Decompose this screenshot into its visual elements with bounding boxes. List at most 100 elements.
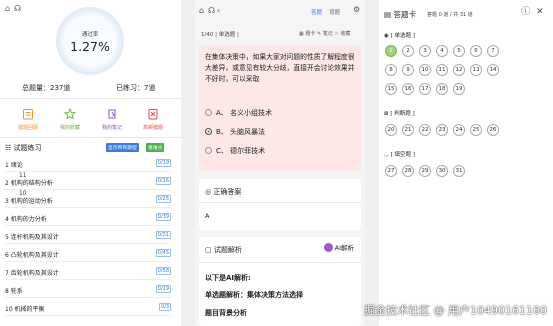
wrong-review-button[interactable]: 错题回顾 xyxy=(13,108,43,131)
question-number-circle[interactable]: 11 xyxy=(436,64,448,76)
question-number-circle[interactable]: 4 xyxy=(436,45,448,57)
card-toolbar-button[interactable]: ▦ 题卡 xyxy=(299,31,315,37)
question-number-circle[interactable]: 5 xyxy=(453,45,465,57)
section-fill-blank: ◡ [ 填空题 ] xyxy=(384,152,415,158)
section-true-false: ⊠ [ 判断题 ] xyxy=(384,111,415,117)
chapter-row[interactable]: 1 绪论 0/19 xyxy=(5,155,171,172)
home-icon[interactable]: ⌂ xyxy=(199,7,204,15)
tab-recite[interactable]: 背题 xyxy=(329,8,340,16)
question-panel: ⌂ ☊ ‹ 答题 背题 ⚙ 1/40 | 单选题 | ▦ 题卡 ✎ 笔记 ☆ 收… xyxy=(195,0,365,326)
chapter-count: 0/3 xyxy=(158,303,171,311)
radio-selected-icon xyxy=(205,128,212,135)
question-number-circle[interactable]: 10 xyxy=(419,64,431,76)
notes-button[interactable]: 我的笔记 xyxy=(97,108,127,131)
list-icon: ☷ xyxy=(5,144,14,152)
wrong-review-label: 错题回顾 xyxy=(17,125,38,131)
chapter-row[interactable]: 11 2 机构的结构分析 0/16 xyxy=(5,173,171,190)
divider xyxy=(0,98,181,99)
question-number-circle[interactable]: 30 xyxy=(436,165,448,177)
tag-key-points[interactable]: 重难点 xyxy=(146,143,165,152)
question-number-circle[interactable]: 27 xyxy=(385,165,397,177)
question-number-circle[interactable]: 19 xyxy=(453,83,465,95)
watermark: 掘金技术社区 @ 用户10490161160 xyxy=(364,304,547,317)
ai-icon xyxy=(323,243,333,252)
toolbar: ▦ 题卡 ✎ 笔记 ☆ 收藏 xyxy=(299,30,350,37)
question-number-circle[interactable]: 1 xyxy=(385,45,397,57)
frequent-errors-button[interactable]: 高频错题 xyxy=(138,108,168,131)
question-card: 在集体决策中，如果大家对问题的性质了解程度很大差异，或意见有较大分歧，直接开会讨… xyxy=(199,45,361,171)
question-number-circle[interactable]: 3 xyxy=(419,45,431,57)
chapter-count: 0/31 xyxy=(155,231,171,239)
headset-icon[interactable]: ☊ xyxy=(208,7,215,15)
settings-icon[interactable]: ⚙ xyxy=(353,6,360,14)
practice-section-title: ☷ 试题练习 xyxy=(5,144,42,152)
question-number-circle[interactable]: 7 xyxy=(487,45,499,57)
section-single-choice: ◉ [ 单选题 ] xyxy=(384,33,415,39)
question-number-circle[interactable]: 13 xyxy=(470,64,482,76)
question-number-circle[interactable]: 17 xyxy=(419,83,431,95)
tag-all-types[interactable]: 显示所有题型 xyxy=(106,143,139,152)
chapter-row[interactable]: 10 机械的平衡 0/3 xyxy=(5,299,171,316)
accuracy-value: 1.27% xyxy=(70,39,110,54)
frequent-errors-label: 高频错题 xyxy=(142,125,163,131)
note-icon xyxy=(108,109,116,119)
question-number-circle[interactable]: 14 xyxy=(487,64,499,76)
chapter-row[interactable]: 10 3 机构的运动分析 0/25 xyxy=(5,191,171,208)
close-icon[interactable]: ✕ xyxy=(536,8,544,17)
question-number-circle[interactable]: 15 xyxy=(385,83,397,95)
note-toolbar-button[interactable]: ✎ 笔记 xyxy=(317,31,333,37)
radio-icon xyxy=(205,147,212,154)
question-number-circle[interactable]: 16 xyxy=(402,83,414,95)
option-c[interactable]: C、 德尔菲技术 xyxy=(205,146,265,156)
radio-icon xyxy=(205,109,212,116)
question-number-circle[interactable]: 25 xyxy=(470,124,482,136)
question-number-circle[interactable]: 12 xyxy=(453,64,465,76)
option-a[interactable]: A、 名义小组技术 xyxy=(205,108,272,118)
question-number-circle[interactable]: 21 xyxy=(402,124,414,136)
question-number-circle[interactable]: 20 xyxy=(385,124,397,136)
question-number-circle[interactable]: 31 xyxy=(453,165,465,177)
ai-line-2: 题目背景分析 xyxy=(205,309,247,317)
back-icon[interactable]: ‹ xyxy=(217,7,220,15)
chapter-row[interactable]: 4 机构的力分析 0/39 xyxy=(5,209,171,226)
chapter-row[interactable]: 8 轮系 0/19 xyxy=(5,281,171,298)
favorites-button[interactable]: 我的收藏 xyxy=(55,107,85,131)
chapter-name: 8 轮系 xyxy=(5,288,23,295)
chapter-name: 2 机构的结构分析 xyxy=(5,180,53,187)
question-number-circle[interactable]: 24 xyxy=(453,124,465,136)
question-number-circle[interactable]: 8 xyxy=(385,64,397,76)
question-number-circle[interactable]: 29 xyxy=(419,165,431,177)
chapter-row[interactable]: 5 连杆机构及其设计 0/31 xyxy=(5,227,171,244)
question-progress: 1/40 | 单选题 | xyxy=(201,32,239,38)
ai-line-1: 单选题解析：集体决策方法选择 xyxy=(205,291,303,299)
question-number-circle[interactable]: 26 xyxy=(487,124,499,136)
option-b[interactable]: B、 头脑风暴法 xyxy=(205,127,265,137)
chapter-row[interactable]: 6 凸轮机构及其设计 0/45 xyxy=(5,245,171,262)
question-number-circle[interactable]: 28 xyxy=(402,165,414,177)
answer-title: ◎ 正确答案 xyxy=(205,188,242,196)
answer-card-title: ▤ 答题卡 xyxy=(384,10,416,19)
notebook-icon xyxy=(23,109,33,120)
question-number-circle[interactable]: 2 xyxy=(402,45,414,57)
error-book-icon xyxy=(148,109,158,120)
headset-icon[interactable]: ☊ xyxy=(14,5,21,13)
question-number-circle[interactable]: 23 xyxy=(436,124,448,136)
chapter-count: 0/16 xyxy=(155,177,171,185)
favorite-toolbar-button[interactable]: ☆ 收藏 xyxy=(334,31,350,37)
star-icon xyxy=(63,107,77,120)
question-number-circle[interactable]: 6 xyxy=(470,45,482,57)
help-icon[interactable]: ⓘ xyxy=(521,8,530,17)
divider xyxy=(199,262,361,263)
divider xyxy=(0,137,181,138)
analysis-title: ▢ 试题解析 xyxy=(205,246,242,254)
question-number-circle[interactable]: 9 xyxy=(402,64,414,76)
question-number-circle[interactable]: 22 xyxy=(419,124,431,136)
question-number-circle[interactable]: 18 xyxy=(436,83,448,95)
ai-analysis-button[interactable]: AI解析 xyxy=(323,242,354,252)
stats-panel: ⌂ ☊ 通过率 1.27% 总题量：237道 已练习：7道 错题回顾 我的收藏 … xyxy=(0,0,181,326)
home-icon[interactable]: ⌂ xyxy=(5,5,10,13)
chapter-count: 0/39 xyxy=(155,213,171,221)
chapter-row[interactable]: 7 齿轮机构及其设计 0/58 xyxy=(5,263,171,280)
chapter-name: 1 绪论 xyxy=(5,162,23,169)
tab-answer[interactable]: 答题 xyxy=(311,8,322,16)
